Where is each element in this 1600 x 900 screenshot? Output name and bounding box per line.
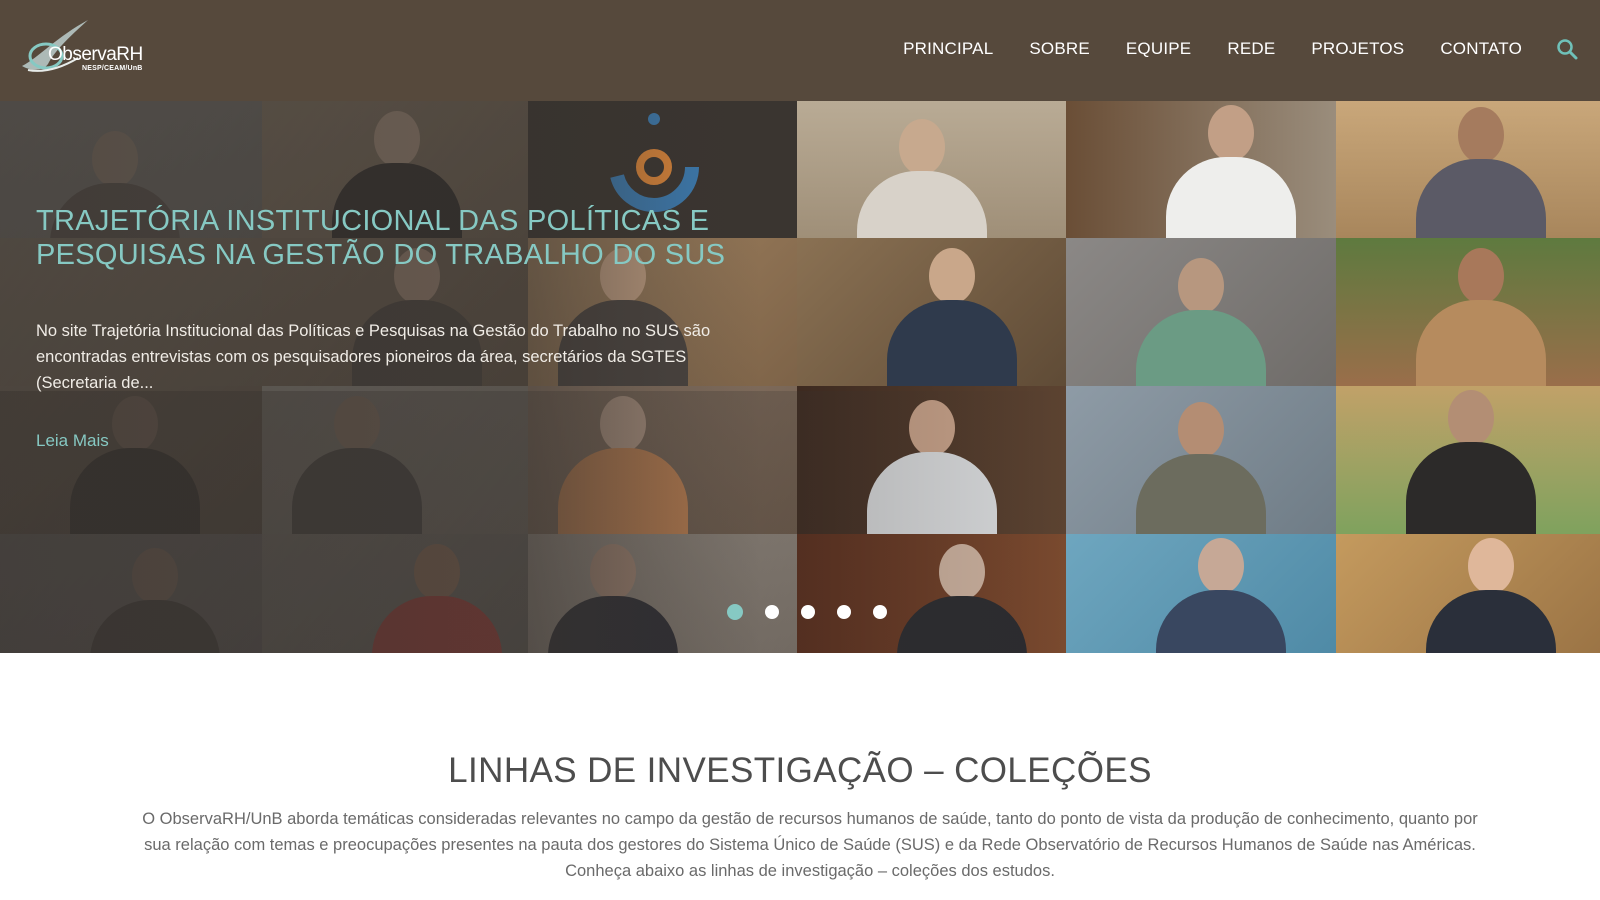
hero-title[interactable]: TRAJETÓRIA INSTITUCIONAL DAS POLÍTICAS E… <box>36 204 756 272</box>
interview-thumbnail <box>797 101 1066 238</box>
site-header: ObservaRH NESP/CEAM/UnB PRINCIPAL SOBRE … <box>0 0 1600 101</box>
observarh-logo[interactable]: ObservaRH NESP/CEAM/UnB <box>18 18 158 78</box>
hero-slider: TRAJETÓRIA INSTITUCIONAL DAS POLÍTICAS E… <box>0 101 1600 653</box>
logo-name: ObservaRH <box>48 44 143 65</box>
slider-dot-1[interactable] <box>727 604 743 620</box>
hero-excerpt: No site Trajetória Institucional das Pol… <box>36 322 711 392</box>
slider-dot-4[interactable] <box>837 605 851 619</box>
interview-thumbnail <box>1336 101 1600 238</box>
slider-dot-5[interactable] <box>873 605 887 619</box>
section-description: O ObservaRH/UnB aborda temáticas conside… <box>142 810 1478 880</box>
nav-item-contato[interactable]: CONTATO <box>1440 39 1522 59</box>
interview-thumbnail <box>1066 101 1336 238</box>
slider-dot-2[interactable] <box>765 605 779 619</box>
interview-thumbnail <box>1336 534 1600 653</box>
interview-thumbnail <box>1336 238 1600 386</box>
logo-subtitle: NESP/CEAM/UnB <box>82 65 143 72</box>
slider-dot-3[interactable] <box>801 605 815 619</box>
nav-item-principal[interactable]: PRINCIPAL <box>903 39 993 59</box>
section-title: LINHAS DE INVESTIGAÇÃO – COLEÇÕES <box>448 751 1152 790</box>
interview-thumbnail <box>1066 238 1336 386</box>
hero-overlay-lower <box>0 391 1070 653</box>
interview-thumbnail <box>1066 534 1336 653</box>
interview-thumbnail <box>1066 386 1336 534</box>
search-icon[interactable] <box>1556 38 1578 60</box>
nav-item-equipe[interactable]: EQUIPE <box>1126 39 1191 59</box>
main-nav: PRINCIPAL SOBRE EQUIPE REDE PROJETOS CON… <box>867 38 1578 60</box>
nav-item-sobre[interactable]: SOBRE <box>1029 39 1090 59</box>
nav-item-rede[interactable]: REDE <box>1227 39 1275 59</box>
read-more-link[interactable]: Leia Mais <box>36 431 109 451</box>
slider-dots <box>727 604 909 620</box>
interview-thumbnail <box>797 238 1066 386</box>
interview-thumbnail <box>1336 386 1600 534</box>
nav-item-projetos[interactable]: PROJETOS <box>1311 39 1404 59</box>
